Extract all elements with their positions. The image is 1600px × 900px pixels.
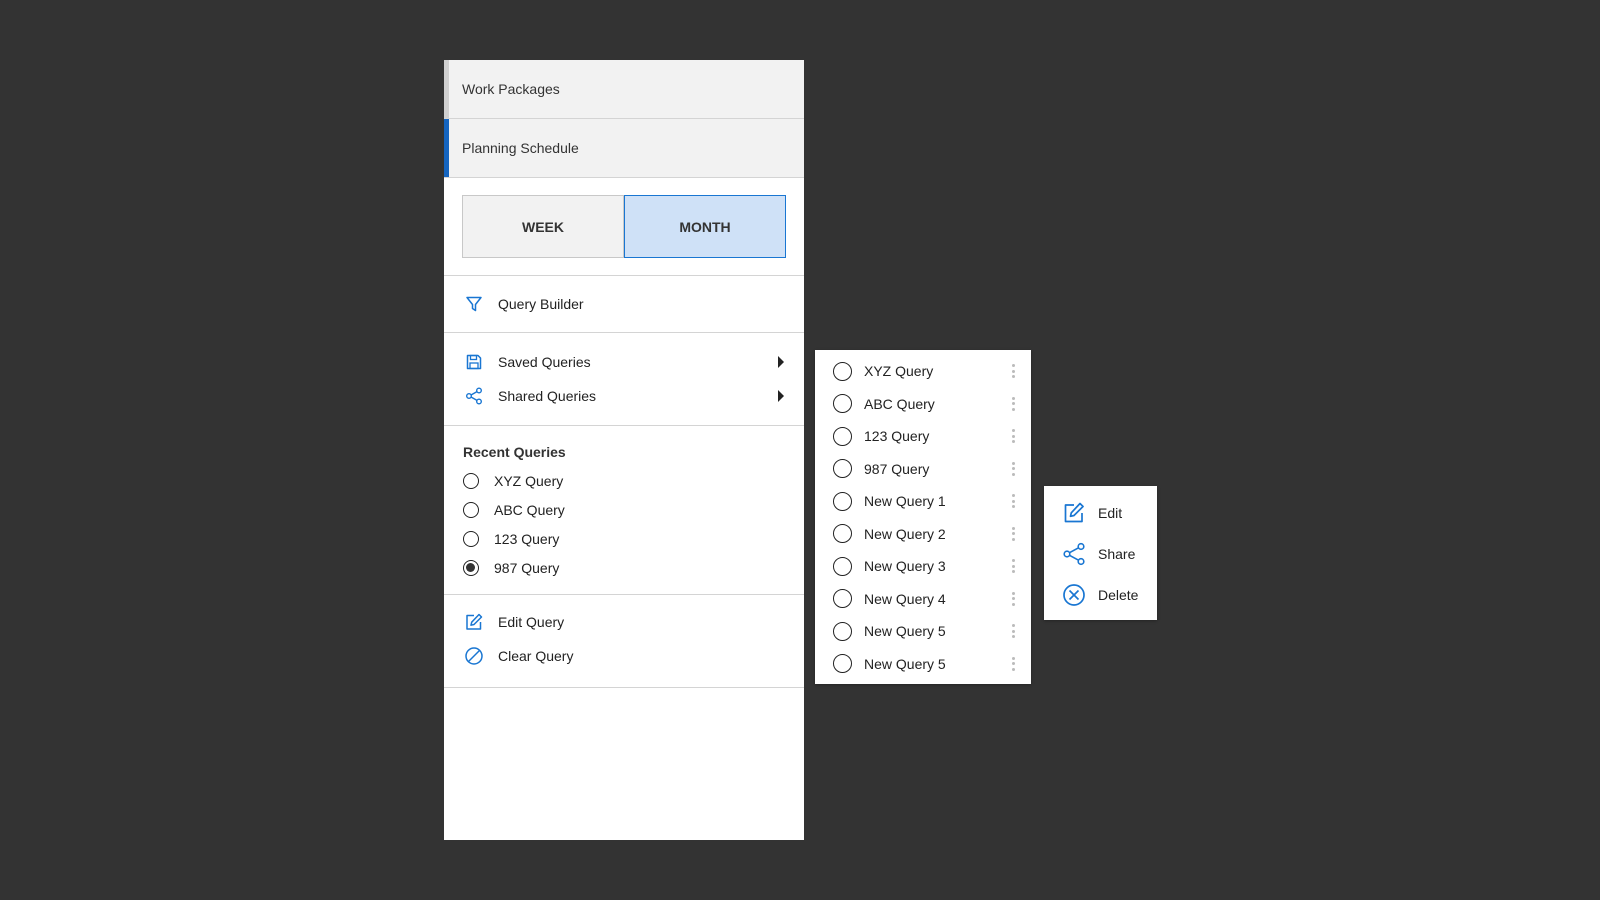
share-action-label: Share	[1098, 545, 1136, 562]
saved-query-label: New Query 5	[864, 623, 946, 640]
saved-query-label: 987 Query	[864, 460, 930, 477]
recent-query-option[interactable]: XYZ Query	[444, 466, 804, 495]
nav-active-indicator	[444, 119, 449, 177]
side-panel: Work Packages Planning Schedule WEEK MON…	[444, 60, 804, 840]
more-options-icon[interactable]	[1011, 364, 1015, 379]
query-actions-section: Edit Query Clear Query	[444, 595, 804, 688]
week-month-toggle: WEEK MONTH	[462, 195, 786, 258]
saved-query-label: New Query 1	[864, 493, 946, 510]
recent-query-label: 987 Query	[494, 559, 560, 576]
week-button[interactable]: WEEK	[462, 195, 624, 258]
saved-query-option[interactable]: New Query 5	[815, 648, 1031, 681]
recent-queries-heading: Recent Queries	[463, 444, 566, 460]
radio-button[interactable]	[833, 426, 852, 446]
saved-query-option[interactable]: New Query 2	[815, 518, 1031, 551]
recent-query-option[interactable]: ABC Query	[444, 495, 804, 524]
shared-queries-label: Shared Queries	[498, 388, 597, 404]
radio-button[interactable]	[833, 524, 852, 544]
radio-button[interactable]	[463, 530, 479, 547]
delete-circle-icon	[1062, 583, 1086, 607]
query-builder-label: Query Builder	[498, 296, 584, 312]
saved-query-option[interactable]: New Query 4	[815, 583, 1031, 616]
saved-query-label: New Query 4	[864, 590, 946, 607]
saved-shared-section: Saved Queries Shared Queries	[444, 333, 804, 426]
more-options-icon[interactable]	[1011, 591, 1015, 606]
clear-query-item[interactable]: Clear Query	[444, 639, 804, 673]
saved-query-label: New Query 3	[864, 558, 946, 575]
radio-button[interactable]	[463, 472, 479, 489]
saved-query-option[interactable]: ABC Query	[815, 388, 1031, 421]
radio-button[interactable]	[463, 501, 479, 518]
saved-query-option[interactable]: XYZ Query	[815, 355, 1031, 388]
more-options-icon[interactable]	[1011, 624, 1015, 639]
recent-query-option[interactable]: 123 Query	[444, 524, 804, 553]
month-button[interactable]: MONTH	[624, 195, 786, 258]
chevron-right-icon	[778, 390, 784, 402]
nav-item-label: Planning Schedule	[462, 140, 579, 156]
filter-icon	[464, 294, 484, 314]
radio-button[interactable]	[833, 491, 852, 511]
radio-button[interactable]	[833, 589, 852, 609]
recent-query-option[interactable]: 987 Query	[444, 553, 804, 582]
edit-icon	[1062, 501, 1086, 525]
more-options-icon[interactable]	[1011, 656, 1015, 671]
nav-item-planning-schedule[interactable]: Planning Schedule	[444, 119, 804, 178]
saved-query-option[interactable]: New Query 1	[815, 485, 1031, 518]
saved-query-option[interactable]: New Query 3	[815, 550, 1031, 583]
edit-action-label: Edit	[1098, 504, 1123, 521]
nav-item-work-packages[interactable]: Work Packages	[444, 60, 804, 119]
recent-query-label: ABC Query	[494, 501, 565, 518]
clear-icon	[464, 646, 484, 666]
share-icon	[464, 386, 484, 406]
nav-accent-bar	[444, 60, 449, 118]
saved-queries-item[interactable]: Saved Queries	[444, 345, 804, 379]
saved-query-label: ABC Query	[864, 395, 935, 412]
shared-queries-item[interactable]: Shared Queries	[444, 379, 804, 413]
radio-button[interactable]	[833, 654, 852, 674]
radio-button[interactable]	[833, 621, 852, 641]
saved-queries-popup: XYZ Query ABC Query 123 Query 987 Query …	[815, 350, 1031, 684]
saved-query-label: XYZ Query	[864, 363, 934, 380]
edit-query-label: Edit Query	[498, 614, 565, 630]
delete-action-label: Delete	[1098, 586, 1139, 603]
saved-query-option[interactable]: 987 Query	[815, 453, 1031, 486]
chevron-right-icon	[778, 356, 784, 368]
share-action[interactable]: Share	[1044, 533, 1157, 574]
edit-query-item[interactable]: Edit Query	[444, 605, 804, 639]
saved-query-label: New Query 2	[864, 525, 946, 542]
more-options-icon[interactable]	[1011, 461, 1015, 476]
more-options-icon[interactable]	[1011, 494, 1015, 509]
query-actions-popup: Edit Share Delete	[1044, 486, 1157, 620]
radio-button[interactable]	[833, 394, 852, 414]
query-builder-section: Query Builder	[444, 276, 804, 333]
more-options-icon[interactable]	[1011, 526, 1015, 541]
saved-query-label: New Query 5	[864, 655, 946, 672]
recent-query-label: XYZ Query	[494, 472, 564, 489]
radio-button[interactable]	[833, 361, 852, 381]
more-options-icon[interactable]	[1011, 559, 1015, 574]
radio-button[interactable]	[833, 459, 852, 479]
recent-query-label: 123 Query	[494, 530, 560, 547]
view-toggle-section: WEEK MONTH	[444, 178, 804, 276]
radio-button[interactable]	[833, 556, 852, 576]
saved-query-option[interactable]: New Query 5	[815, 615, 1031, 648]
saved-queries-label: Saved Queries	[498, 354, 591, 370]
more-options-icon[interactable]	[1011, 396, 1015, 411]
saved-query-option[interactable]: 123 Query	[815, 420, 1031, 453]
query-builder-item[interactable]: Query Builder	[444, 287, 804, 321]
recent-queries-section: Recent Queries XYZ Query ABC Query 123 Q…	[444, 426, 804, 595]
more-options-icon[interactable]	[1011, 429, 1015, 444]
share-icon	[1062, 542, 1086, 566]
edit-action[interactable]: Edit	[1044, 492, 1157, 533]
save-icon	[464, 352, 484, 372]
saved-query-label: 123 Query	[864, 428, 930, 445]
delete-action[interactable]: Delete	[1044, 574, 1157, 615]
radio-button-selected[interactable]	[463, 559, 479, 576]
nav-item-label: Work Packages	[462, 81, 560, 97]
clear-query-label: Clear Query	[498, 648, 574, 664]
edit-icon	[464, 612, 484, 632]
